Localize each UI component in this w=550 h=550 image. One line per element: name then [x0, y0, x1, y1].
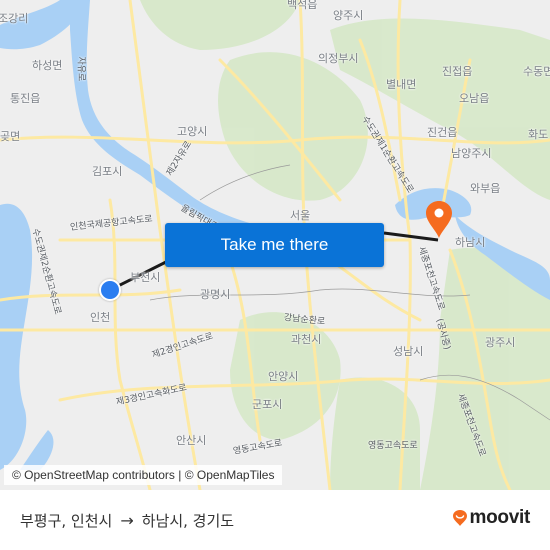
arrow-right-icon: → — [120, 511, 134, 530]
origin-marker-icon[interactable] — [99, 279, 121, 301]
moovit-logo[interactable]: moovit — [452, 507, 530, 529]
take-me-there-button[interactable]: Take me there — [165, 223, 384, 267]
place-label: 진건읍 — [427, 126, 458, 139]
place-label: 통진읍 — [10, 92, 41, 105]
map[interactable]: 조강리하성면통진읍곶면 고양시김포시 백석읍양주시의정부시별내면 진접읍 수동면오남읍진… — [0, 0, 550, 490]
place-label: 성남시 — [393, 345, 424, 358]
destination-label: 하남시, 경기도 — [141, 512, 235, 530]
place-label: 화도 — [528, 128, 549, 141]
place-label: 진접읍 — [442, 65, 473, 78]
place-label: 안양시 — [268, 370, 299, 383]
place-label: 안산시 — [176, 434, 207, 447]
origin-label: 부평구, 인천시 — [20, 512, 113, 530]
place-label: 수동면 — [523, 65, 550, 78]
footer: 부평구, 인천시 → 하남시, 경기도 moovit — [0, 490, 550, 550]
place-label: 하남시 — [455, 236, 486, 249]
place-label: 별내면 — [386, 78, 417, 91]
place-label: 고양시 — [177, 125, 208, 138]
map-attribution[interactable]: © OpenStreetMap contributors | © OpenMap… — [4, 465, 283, 485]
moovit-logo-text: moovit — [469, 507, 531, 528]
destination-pin-icon[interactable] — [424, 200, 454, 240]
place-label: 오남읍 — [459, 92, 490, 105]
road-label: 자유로 — [75, 56, 86, 82]
place-label: 와부읍 — [470, 182, 501, 195]
place-label: 양주시 — [333, 9, 364, 22]
place-label: 하성면 — [32, 59, 63, 72]
place-label: 조강리 — [0, 12, 29, 25]
place-label: 남양주시 — [451, 147, 492, 160]
place-label: 군포시 — [252, 398, 283, 411]
place-label: 인천 — [90, 311, 111, 324]
route-summary: 부평구, 인천시 → 하남시, 경기도 — [20, 510, 234, 531]
place-label: 곶면 — [0, 130, 21, 143]
place-label: 김포시 — [92, 165, 123, 178]
place-label: 백석읍 — [287, 0, 318, 11]
place-label: 과천시 — [291, 333, 322, 346]
place-label: 의정부시 — [318, 52, 359, 65]
place-label: 부천시 — [130, 271, 161, 284]
place-label: 광주시 — [485, 336, 516, 349]
place-label: 광명시 — [200, 288, 231, 301]
place-label: 서울 — [290, 209, 311, 222]
road-label: 영동고속도로 — [368, 441, 418, 451]
moovit-logo-icon — [452, 510, 467, 526]
